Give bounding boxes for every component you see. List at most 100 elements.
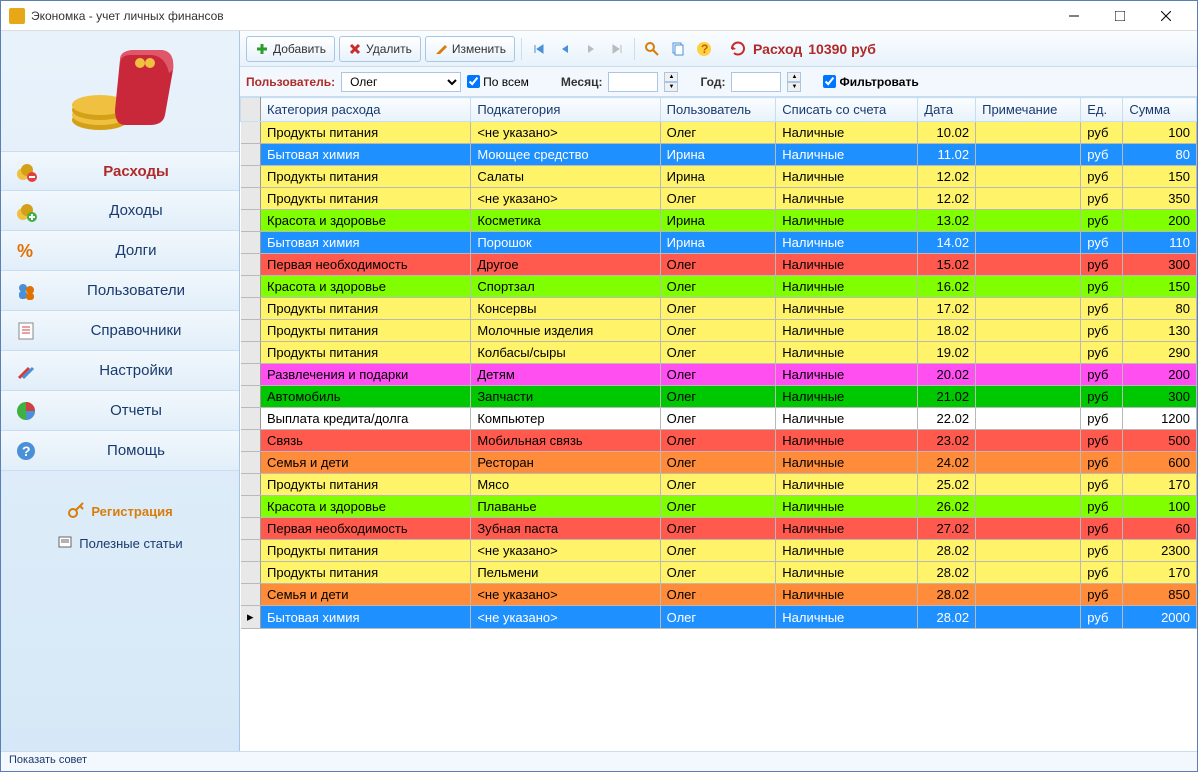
- col-sum[interactable]: Сумма: [1123, 98, 1197, 122]
- delete-button[interactable]: Удалить: [339, 36, 421, 62]
- nav: Расходы Доходы % Долги Пользователи Спра…: [1, 151, 239, 471]
- col-subcategory[interactable]: Подкатегория: [471, 98, 660, 122]
- cell-note: [976, 144, 1081, 166]
- titlebar: Экономка - учет личных финансов: [1, 1, 1197, 31]
- table-row[interactable]: Продукты питания<не указано>ОлегНаличные…: [241, 188, 1197, 210]
- cell-user: Олег: [660, 254, 776, 276]
- cell-user: Ирина: [660, 144, 776, 166]
- maximize-button[interactable]: [1097, 2, 1143, 30]
- pencil-icon: [434, 42, 448, 56]
- svg-text:?: ?: [22, 443, 31, 459]
- table-row[interactable]: Продукты питанияМолочные изделияОлегНали…: [241, 320, 1197, 342]
- table-row[interactable]: Продукты питания<не указано>ОлегНаличные…: [241, 540, 1197, 562]
- minimize-button[interactable]: [1051, 2, 1097, 30]
- edit-button[interactable]: Изменить: [425, 36, 515, 62]
- app-window: Экономка - учет личных финансов: [0, 0, 1198, 772]
- nav-expenses[interactable]: Расходы: [1, 151, 239, 191]
- cell-category: Выплата кредита/долга: [261, 408, 471, 430]
- articles-link[interactable]: Полезные статьи: [57, 534, 182, 553]
- nav-extra: Регистрация Полезные статьи: [1, 501, 239, 553]
- copy-button[interactable]: [667, 38, 689, 60]
- table-scroll[interactable]: Категория расхода Подкатегория Пользоват…: [240, 97, 1197, 751]
- cell-sum: 300: [1123, 386, 1197, 408]
- table-row[interactable]: АвтомобильЗапчастиОлегНаличные21.02руб30…: [241, 386, 1197, 408]
- table-row[interactable]: Красота и здоровьеПлаваньеОлегНаличные26…: [241, 496, 1197, 518]
- cell-date: 28.02: [918, 606, 976, 629]
- table-row[interactable]: ▸Бытовая химия<не указано>ОлегНаличные28…: [241, 606, 1197, 629]
- table-row[interactable]: Красота и здоровьеСпортзалОлегНаличные16…: [241, 276, 1197, 298]
- nav-settings[interactable]: Настройки: [1, 351, 239, 391]
- table-row[interactable]: Бытовая химияМоющее средствоИринаНаличны…: [241, 144, 1197, 166]
- cell-unit: руб: [1081, 474, 1123, 496]
- table-row[interactable]: Продукты питанияПельмениОлегНаличные28.0…: [241, 562, 1197, 584]
- cell-date: 22.02: [918, 408, 976, 430]
- table-row[interactable]: Семья и дети<не указано>ОлегНаличные28.0…: [241, 584, 1197, 606]
- cell-category: Развлечения и подарки: [261, 364, 471, 386]
- cell-user: Олег: [660, 122, 776, 144]
- nav-users[interactable]: Пользователи: [1, 271, 239, 311]
- table-row[interactable]: Выплата кредита/долгаКомпьютерОлегНаличн…: [241, 408, 1197, 430]
- nav-reference[interactable]: Справочники: [1, 311, 239, 351]
- search-button[interactable]: [641, 38, 663, 60]
- table-row[interactable]: Красота и здоровьеКосметикаИринаНаличные…: [241, 210, 1197, 232]
- table-row[interactable]: Продукты питанияКонсервыОлегНаличные17.0…: [241, 298, 1197, 320]
- all-users-checkbox[interactable]: По всем: [467, 75, 529, 89]
- cell-note: [976, 342, 1081, 364]
- cell-user: Олег: [660, 584, 776, 606]
- filter-input[interactable]: [823, 75, 836, 88]
- nav-income[interactable]: Доходы: [1, 191, 239, 231]
- col-note[interactable]: Примечание: [976, 98, 1081, 122]
- col-date[interactable]: Дата: [918, 98, 976, 122]
- col-user[interactable]: Пользователь: [660, 98, 776, 122]
- first-button[interactable]: [528, 38, 550, 60]
- user-select[interactable]: Олег: [341, 72, 461, 92]
- table-row[interactable]: Продукты питанияМясоОлегНаличные25.02руб…: [241, 474, 1197, 496]
- info-button[interactable]: ?: [693, 38, 715, 60]
- cell-unit: руб: [1081, 606, 1123, 629]
- year-input[interactable]: [731, 72, 781, 92]
- all-users-input[interactable]: [467, 75, 480, 88]
- cell-account: Наличные: [776, 188, 918, 210]
- cell-unit: руб: [1081, 496, 1123, 518]
- col-unit[interactable]: Ед.: [1081, 98, 1123, 122]
- table-row[interactable]: Развлечения и подаркиДетямОлегНаличные20…: [241, 364, 1197, 386]
- cell-category: Красота и здоровье: [261, 276, 471, 298]
- row-marker: [241, 298, 261, 320]
- row-marker: [241, 474, 261, 496]
- year-spinner[interactable]: ▲▼: [787, 72, 801, 92]
- nav-reports[interactable]: Отчеты: [1, 391, 239, 431]
- add-button[interactable]: Добавить: [246, 36, 335, 62]
- table-row[interactable]: Продукты питания<не указано>ОлегНаличные…: [241, 122, 1197, 144]
- col-category[interactable]: Категория расхода: [261, 98, 471, 122]
- row-marker: [241, 122, 261, 144]
- table-row[interactable]: Первая необходимостьДругоеОлегНаличные15…: [241, 254, 1197, 276]
- month-spinner[interactable]: ▲▼: [664, 72, 678, 92]
- cell-account: Наличные: [776, 606, 918, 629]
- cell-sum: 60: [1123, 518, 1197, 540]
- next-button[interactable]: [580, 38, 602, 60]
- month-input[interactable]: [608, 72, 658, 92]
- cell-category: Продукты питания: [261, 342, 471, 364]
- toolbar-separator: [521, 38, 522, 60]
- close-button[interactable]: [1143, 2, 1189, 30]
- status-bar[interactable]: Показать совет: [1, 751, 1197, 771]
- registration-link[interactable]: Регистрация: [67, 501, 172, 522]
- nav-debts[interactable]: % Долги: [1, 231, 239, 271]
- table-row[interactable]: Семья и детиРесторанОлегНаличные24.02руб…: [241, 452, 1197, 474]
- row-marker: [241, 342, 261, 364]
- table-row[interactable]: СвязьМобильная связьОлегНаличные23.02руб…: [241, 430, 1197, 452]
- cell-category: Бытовая химия: [261, 606, 471, 629]
- col-account[interactable]: Списать со счета: [776, 98, 918, 122]
- prev-button[interactable]: [554, 38, 576, 60]
- last-button[interactable]: [606, 38, 628, 60]
- cell-sum: 150: [1123, 276, 1197, 298]
- table-row[interactable]: Продукты питанияКолбасы/сырыОлегНаличные…: [241, 342, 1197, 364]
- cell-user: Ирина: [660, 166, 776, 188]
- table-row[interactable]: Продукты питанияСалатыИринаНаличные12.02…: [241, 166, 1197, 188]
- table-row[interactable]: Бытовая химияПорошокИринаНаличные14.02ру…: [241, 232, 1197, 254]
- nav-help[interactable]: ? Помощь: [1, 431, 239, 471]
- filter-checkbox[interactable]: Фильтровать: [823, 75, 918, 89]
- cell-account: Наличные: [776, 364, 918, 386]
- table-row[interactable]: Первая необходимостьЗубная пастаОлегНали…: [241, 518, 1197, 540]
- cell-subcategory: Пельмени: [471, 562, 660, 584]
